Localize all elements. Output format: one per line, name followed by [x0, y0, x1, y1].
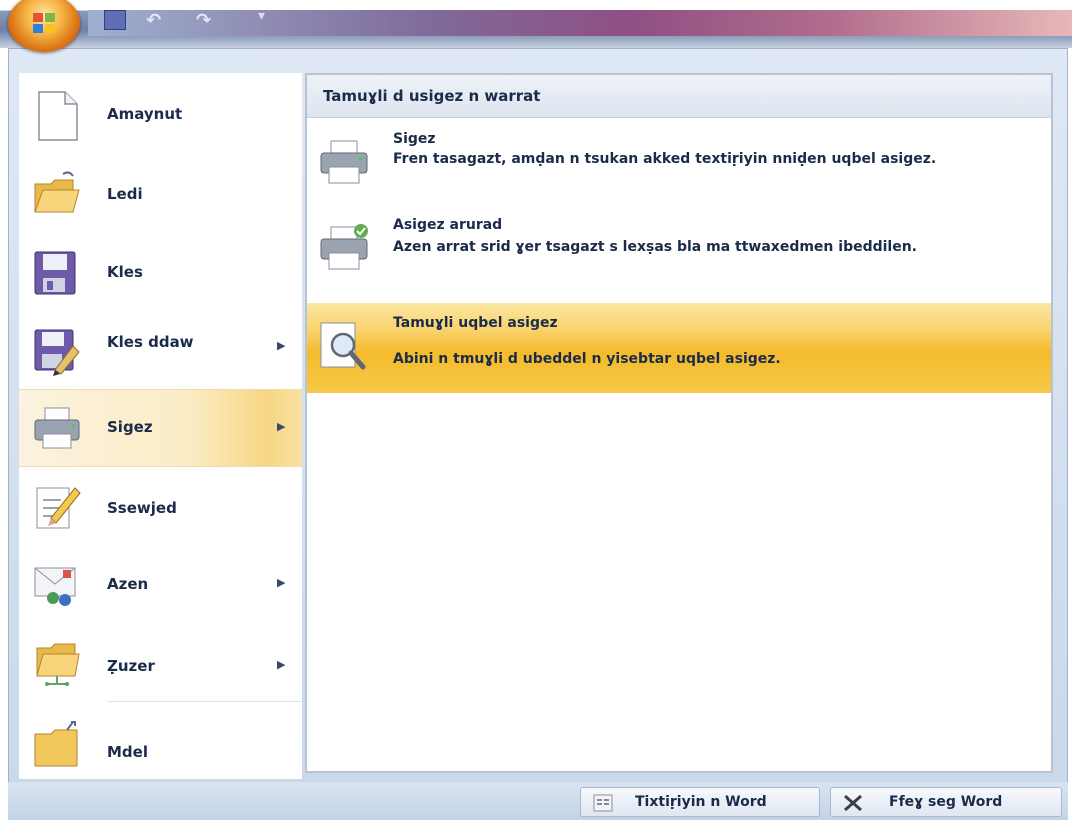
undo-icon[interactable]: ↶ [146, 10, 161, 31]
menu-item-label: Sigez [107, 418, 153, 436]
office-logo-icon [33, 13, 55, 33]
menu-item-label: Kles [107, 263, 143, 281]
submenu-header: Tamuɣli d usigez n warrat [307, 75, 1051, 118]
menu-item-new[interactable]: Amaynut [19, 77, 302, 155]
submenu-item-desc: Fren tasagazt, amḍan n tsukan akked text… [393, 151, 937, 167]
submenu-item-desc: Azen arrat srid ɣer tsagazt s lexṣas bla… [393, 239, 918, 255]
submenu-header-label: Tamuɣli d usigez n warrat [323, 87, 541, 105]
exit-word-button[interactable]: Ffeɣ seg Word [830, 787, 1062, 817]
menu-item-close[interactable]: Mdel [19, 705, 302, 783]
submenu-item-title: Tamuɣli uqbel asigez [393, 315, 558, 331]
word-options-label: Tixtiṛiyin n Word [635, 794, 767, 810]
menu-item-label: Amaynut [107, 105, 183, 123]
word-options-button[interactable]: Tixtiṛiyin n Word [580, 787, 820, 817]
menu-item-save-as[interactable]: Kles ddaw ▶ [19, 311, 302, 389]
printer-icon [320, 140, 368, 184]
submenu-arrow-icon: ▶ [277, 420, 286, 433]
printer-icon [34, 407, 80, 449]
quick-print-icon [320, 224, 368, 270]
menu-item-label: Ledi [107, 185, 143, 203]
prepare-pencil-icon [36, 487, 81, 529]
title-bar: ↶ ↷ ▾ [0, 0, 1072, 48]
menu-item-prepare[interactable]: Ssewjed [19, 467, 302, 545]
menu-item-label: Kles ddaw [107, 333, 194, 351]
submenu-item-print[interactable]: Sigez Fren tasagazt, amḍan n tsukan akke… [307, 119, 1051, 205]
redo-icon[interactable]: ↷ [196, 10, 211, 31]
open-folder-icon [34, 171, 80, 213]
save-disk-icon [34, 251, 76, 295]
submenu-item-title: Asigez arurad [393, 217, 503, 233]
menu-item-open[interactable]: Ledi [19, 155, 302, 233]
options-icon [593, 794, 613, 812]
submenu-item-print-preview[interactable]: Tamuɣli uqbel asigez Abini n tmuɣli d ub… [307, 303, 1051, 393]
exit-word-label: Ffeɣ seg Word [889, 794, 1003, 810]
save-as-icon [34, 329, 80, 376]
quick-save-icon[interactable] [104, 10, 126, 30]
menu-item-label: Ssewjed [107, 499, 177, 517]
menu-item-label: Ẓuzer [107, 657, 155, 675]
menu-item-print[interactable]: Sigez ▶ [19, 389, 302, 467]
title-bar-band [88, 10, 1072, 36]
publish-folder-icon [36, 643, 80, 686]
close-folder-icon [34, 721, 78, 767]
menu-item-send[interactable]: Azen ▶ [19, 545, 302, 623]
menu-item-save[interactable]: Kles [19, 233, 302, 311]
print-submenu-pane: Tamuɣli d usigez n warrat Sigez Fren tas… [305, 73, 1053, 773]
submenu-item-title: Sigez [393, 131, 436, 147]
print-preview-icon [320, 322, 366, 370]
customize-qat-icon[interactable]: ▾ [258, 8, 265, 24]
office-menu-left-pane: Amaynut Ledi Kles Kles ddaw ▶ Sigez ▶ Ss… [19, 73, 302, 779]
submenu-item-desc: Abini n tmuɣli d ubeddel n yisebtar uqbe… [393, 351, 781, 367]
submenu-arrow-icon: ▶ [277, 576, 286, 589]
menu-item-publish[interactable]: Ẓuzer ▶ [19, 623, 302, 701]
submenu-item-quick-print[interactable]: Asigez arurad Azen arrat srid ɣer tsagaz… [307, 211, 1051, 299]
menu-separator [107, 701, 302, 702]
submenu-arrow-icon: ▶ [277, 658, 286, 671]
menu-item-label: Azen [107, 575, 149, 593]
new-document-icon [38, 91, 78, 141]
send-mail-icon [34, 567, 76, 606]
menu-item-label: Mdel [107, 743, 148, 761]
close-icon [844, 794, 862, 812]
submenu-arrow-icon: ▶ [277, 339, 286, 352]
